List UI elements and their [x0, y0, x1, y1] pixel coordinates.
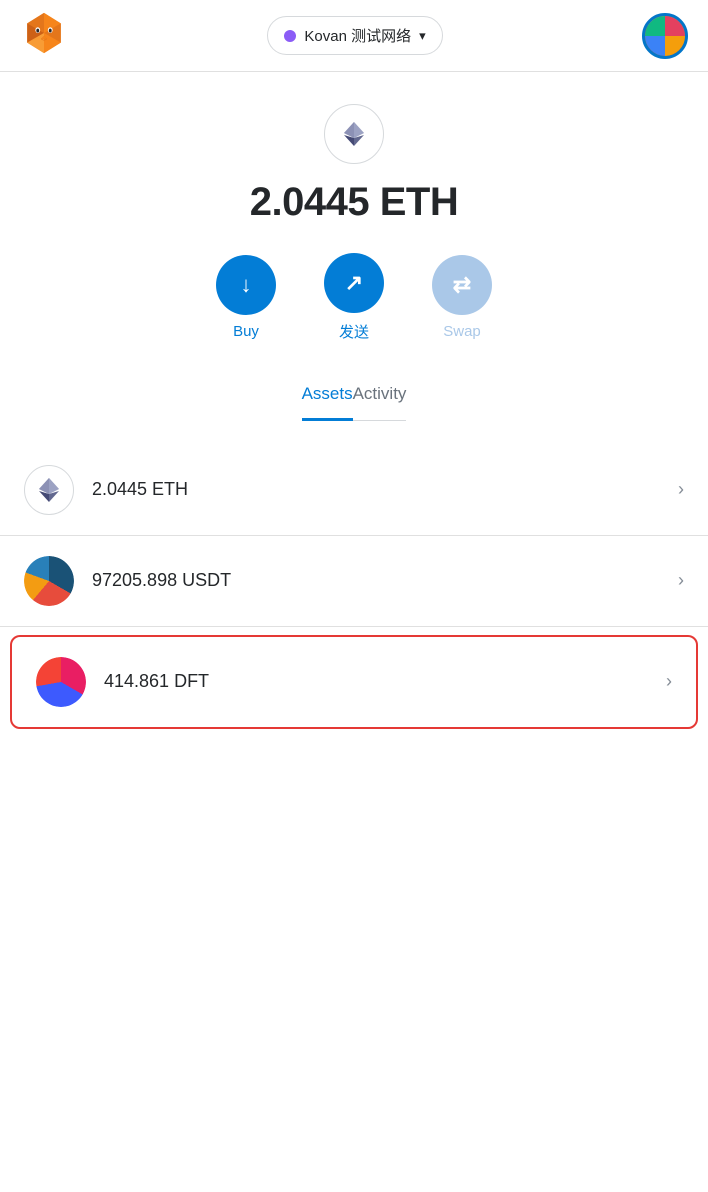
dft-asset-icon — [36, 657, 86, 707]
swap-button[interactable]: ⇄ Swap — [432, 255, 492, 340]
chevron-right-icon: › — [666, 671, 672, 692]
swap-label: Swap — [443, 323, 481, 340]
network-name: Kovan 测试网络 — [304, 25, 411, 46]
action-buttons: ↓ Buy ↗ 发送 ⇄ Swap — [216, 253, 492, 342]
chevron-right-icon: › — [678, 570, 684, 591]
dft-asset-name: 414.861 DFT — [104, 671, 666, 692]
send-icon-circle: ↗ — [324, 253, 384, 313]
buy-label: Buy — [233, 323, 259, 340]
asset-item-dft[interactable]: 414.861 DFT › — [10, 635, 698, 729]
usdt-asset-icon — [24, 556, 74, 606]
buy-icon-circle: ↓ — [216, 255, 276, 315]
main-content: 2.0445 ETH ↓ Buy ↗ 发送 ⇄ — [0, 72, 708, 1192]
buy-button[interactable]: ↓ Buy — [216, 255, 276, 340]
arrow-up-right-icon: ↗ — [345, 270, 363, 296]
tab-assets[interactable]: Assets — [302, 370, 353, 421]
network-dot — [284, 30, 296, 42]
send-button[interactable]: ↗ 发送 — [324, 253, 384, 342]
download-icon: ↓ — [241, 272, 252, 298]
avatar[interactable] — [642, 13, 688, 59]
asset-list: 2.0445 ETH › 97205.898 USDT › 414.861 DF… — [0, 445, 708, 729]
avatar-inner — [645, 16, 685, 56]
balance-section: 2.0445 ETH ↓ Buy ↗ 发送 ⇄ — [0, 72, 708, 445]
eth-asset-icon — [24, 465, 74, 515]
network-selector[interactable]: Kovan 测试网络 ▾ — [267, 16, 442, 55]
tab-activity[interactable]: Activity — [353, 370, 407, 420]
metamask-logo — [20, 9, 68, 62]
tabs: Assets Activity — [302, 370, 407, 421]
chevron-right-icon: › — [678, 479, 684, 500]
eth-logo-circle — [324, 104, 384, 164]
chevron-down-icon: ▾ — [419, 28, 426, 44]
balance-amount: 2.0445 ETH — [250, 180, 458, 225]
usdt-asset-name: 97205.898 USDT — [92, 570, 678, 591]
send-label: 发送 — [339, 321, 369, 342]
swap-icon-circle: ⇄ — [432, 255, 492, 315]
eth-asset-name: 2.0445 ETH — [92, 479, 678, 500]
header: Kovan 测试网络 ▾ — [0, 0, 708, 72]
swap-icon: ⇄ — [453, 272, 471, 298]
asset-item-usdt[interactable]: 97205.898 USDT › — [0, 536, 708, 627]
asset-item-eth[interactable]: 2.0445 ETH › — [0, 445, 708, 536]
